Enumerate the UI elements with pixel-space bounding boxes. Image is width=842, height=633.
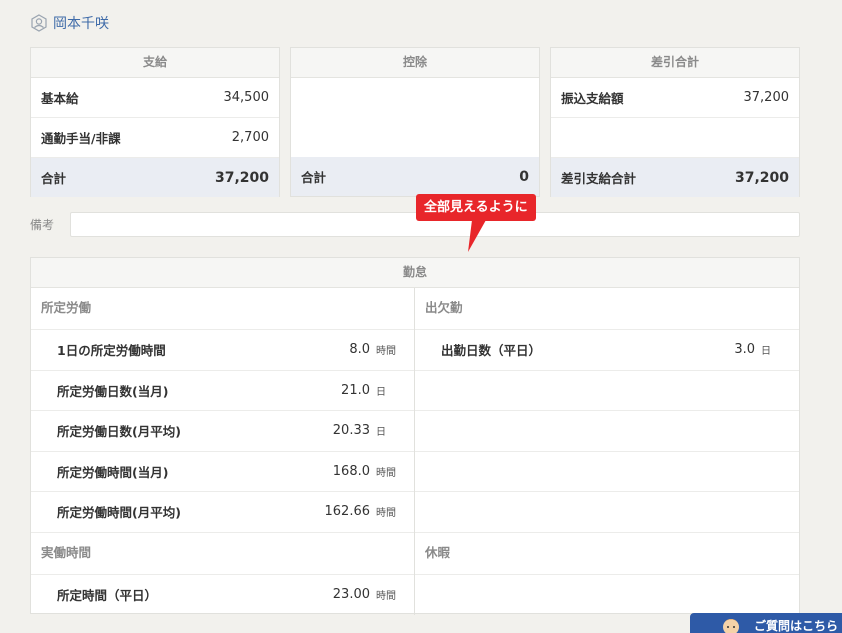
attendance-empty-row xyxy=(415,452,799,492)
attendance-label: 所定労働時間(当月) xyxy=(57,464,169,480)
employee-header: 岡本千咲 xyxy=(30,12,109,34)
attendance-empty-row xyxy=(415,371,799,411)
attendance-label: 所定労働日数(当月) xyxy=(57,383,169,399)
attendance-label: 所定労働日数(月平均) xyxy=(57,424,181,440)
net-label: 振込支給額 xyxy=(561,91,624,106)
support-avatar-icon xyxy=(722,619,740,633)
attendance-unit: 日 xyxy=(761,346,771,358)
deductions-total-value: 0 xyxy=(519,168,529,185)
deductions-total-label: 合計 xyxy=(301,170,327,185)
payment-row: 基本給 34,500 xyxy=(31,78,279,118)
attendance-value: 23.00 xyxy=(332,587,370,603)
attendance-empty-row xyxy=(415,575,799,616)
tooltip-tail xyxy=(468,220,486,252)
presence-section-title: 出欠勤 xyxy=(415,288,799,330)
attendance-unit: 時間 xyxy=(376,467,396,479)
payments-title: 支給 xyxy=(31,48,279,78)
attendance-unit: 時間 xyxy=(376,508,396,520)
net-value: 37,200 xyxy=(743,90,790,105)
net-total-label: 差引支給合計 xyxy=(561,171,637,186)
net-title: 差引合計 xyxy=(551,48,799,78)
attendance-row: 出勤日数（平日） 3.0 日 xyxy=(415,330,799,371)
attendance-value: 21.0 xyxy=(341,382,370,398)
payment-value: 34,500 xyxy=(223,90,270,105)
net-empty-row xyxy=(551,118,799,158)
attendance-label: 1日の所定労働時間 xyxy=(57,343,166,359)
attendance-value: 20.33 xyxy=(332,423,370,439)
attendance-row: 所定労働時間(月平均) 162.66 時間 xyxy=(31,492,414,533)
tooltip-callout: 全部見えるように xyxy=(416,194,536,221)
attendance-empty-row xyxy=(415,492,799,533)
scheduled-section-title: 所定労働 xyxy=(31,288,414,330)
net-card: 差引合計 振込支給額 37,200 差引支給合計 37,200 xyxy=(550,47,800,197)
attendance-value: 3.0 xyxy=(734,342,755,358)
attendance-label: 所定労働時間(月平均) xyxy=(57,505,181,521)
payment-label: 基本給 xyxy=(41,91,79,106)
employee-name[interactable]: 岡本千咲 xyxy=(53,13,109,33)
deductions-title: 控除 xyxy=(291,48,539,78)
payments-total-row: 合計 37,200 xyxy=(31,158,279,197)
attendance-unit: 日 xyxy=(376,386,386,398)
payment-value: 2,700 xyxy=(231,130,269,145)
actual-section-title: 実働時間 xyxy=(31,533,414,575)
attendance-empty-row xyxy=(415,411,799,452)
net-row: 振込支給額 37,200 xyxy=(551,78,799,118)
attendance-row: 所定労働時間(当月) 168.0 時間 xyxy=(31,452,414,492)
attendance-value: 168.0 xyxy=(332,463,370,479)
attendance-value: 8.0 xyxy=(349,342,370,358)
attendance-value: 162.66 xyxy=(324,504,371,520)
leave-section-title: 休暇 xyxy=(415,533,799,575)
deductions-card: 控除 合計 0 xyxy=(290,47,540,197)
attendance-right-column: 出欠勤 出勤日数（平日） 3.0 日 休暇 xyxy=(415,288,799,615)
help-button[interactable]: ご質問はこちら xyxy=(690,613,842,633)
remarks-label: 備考 xyxy=(30,218,55,232)
attendance-unit: 日 xyxy=(376,427,386,439)
attendance-row: 所定時間（平日） 23.00 時間 xyxy=(31,575,414,616)
attendance-left-column: 所定労働 1日の所定労働時間 8.0 時間 所定労働日数(当月) 21.0 日 … xyxy=(31,288,415,615)
person-icon xyxy=(31,14,47,32)
attendance-label: 所定時間（平日） xyxy=(57,588,158,604)
deductions-total-row: 合計 0 xyxy=(291,157,539,196)
attendance-unit: 時間 xyxy=(376,346,396,358)
attendance-unit: 時間 xyxy=(376,591,396,603)
payments-total-label: 合計 xyxy=(41,171,67,186)
payment-label: 通勤手当/非課 xyxy=(41,131,121,146)
attendance-panel: 勤怠 所定労働 1日の所定労働時間 8.0 時間 所定労働日数(当月) 21.0… xyxy=(30,257,800,615)
attendance-row: 1日の所定労働時間 8.0 時間 xyxy=(31,330,414,371)
payments-total-value: 37,200 xyxy=(214,169,269,186)
help-label: ご質問はこちら xyxy=(754,619,839,633)
payment-row: 通勤手当/非課 2,700 xyxy=(31,118,279,158)
attendance-label: 出勤日数（平日） xyxy=(441,343,542,359)
attendance-row: 所定労働日数(月平均) 20.33 日 xyxy=(31,411,414,452)
deductions-empty xyxy=(291,78,539,157)
payments-card: 支給 基本給 34,500 通勤手当/非課 2,700 合計 37,200 xyxy=(30,47,280,197)
net-total-value: 37,200 xyxy=(734,169,789,186)
attendance-title: 勤怠 xyxy=(31,258,799,288)
net-total-row: 差引支給合計 37,200 xyxy=(551,158,799,197)
attendance-row: 所定労働日数(当月) 21.0 日 xyxy=(31,371,414,411)
